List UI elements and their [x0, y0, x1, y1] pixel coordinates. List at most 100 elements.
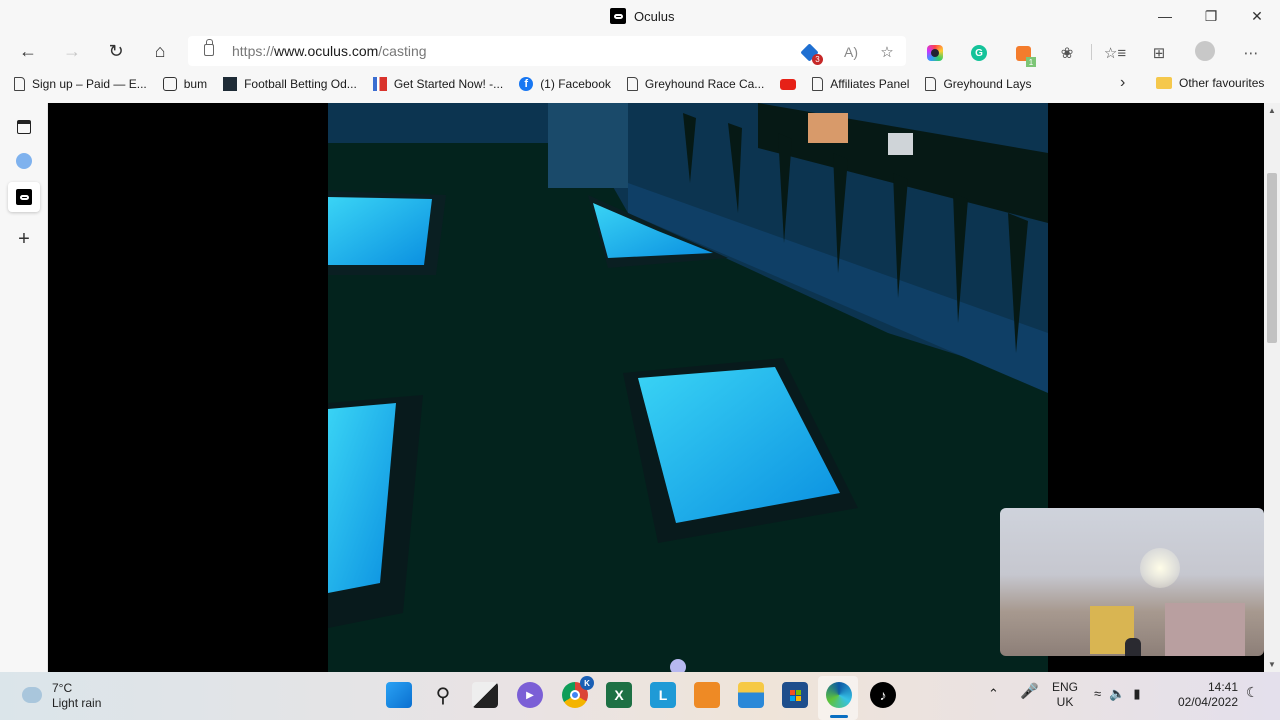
- close-button[interactable]: ✕: [1234, 0, 1280, 32]
- f-extension[interactable]: 1: [1012, 42, 1036, 67]
- microphone-button[interactable]: 🎤: [1020, 684, 1039, 699]
- bookmark-item[interactable]: Get Started Now! -...: [372, 77, 504, 91]
- forward-arrow-icon: →: [63, 40, 81, 61]
- colour-picker-extension[interactable]: [924, 42, 946, 64]
- home-button[interactable]: ⌂: [146, 38, 174, 64]
- windows-taskbar: 7°C Light rain ⚲ ▶ K X L ♪ ⌃ 🎤 ENG UK ≈ …: [0, 672, 1280, 720]
- forward-button[interactable]: →: [58, 38, 86, 64]
- page-icon: [626, 77, 638, 91]
- orange-app[interactable]: [694, 682, 720, 708]
- bookmark-item[interactable]: Football Betting Od...: [223, 77, 357, 91]
- restore-button[interactable]: ❐: [1188, 0, 1234, 32]
- more-bookmarks-chevron-icon[interactable]: ›: [1120, 74, 1125, 92]
- read-aloud-button[interactable]: A): [840, 41, 862, 63]
- tracker-extension-button[interactable]: 3: [798, 41, 823, 65]
- vr-cast-stream[interactable]: [328, 103, 1048, 672]
- folder-icon: [1156, 77, 1172, 89]
- clock[interactable]: 14:41 02/04/2022: [1174, 680, 1238, 710]
- bookmark-item[interactable]: f (1) Facebook: [519, 77, 611, 91]
- calendar-icon: [162, 77, 177, 91]
- f-extension-badge: 1: [1026, 57, 1036, 67]
- weather-temperature: 7°C: [52, 681, 73, 695]
- white-cube: [888, 133, 913, 155]
- puzzle-icon: ❀: [1060, 45, 1074, 62]
- star-add-icon: ☆: [880, 44, 894, 61]
- other-favourites-label: Other favourites: [1179, 76, 1265, 90]
- back-arrow-icon: ←: [19, 40, 37, 61]
- task-view-button[interactable]: [472, 682, 498, 708]
- language-indicator[interactable]: ENG UK: [1052, 680, 1078, 710]
- new-tab-button[interactable]: +: [8, 224, 40, 254]
- excel-app[interactable]: X: [606, 682, 632, 708]
- bookmark-item[interactable]: bum: [162, 77, 207, 91]
- edge-app[interactable]: [826, 682, 852, 708]
- pillar: [548, 103, 628, 188]
- chrome-app[interactable]: K: [562, 676, 594, 708]
- bookmark-item[interactable]: Sign up – Paid — E...: [14, 77, 147, 91]
- microsoft-store-app[interactable]: [782, 682, 808, 708]
- betting-icon: [223, 77, 238, 91]
- favourites-button[interactable]: ☆≡: [1104, 42, 1126, 64]
- l-app-icon: L: [658, 687, 668, 703]
- window-title: Oculus: [610, 8, 674, 24]
- collections-icon: ⊞: [1152, 45, 1166, 62]
- scroll-up-arrow-icon[interactable]: ▲: [1268, 106, 1276, 115]
- bookmark-item[interactable]: [780, 78, 797, 90]
- collections-button[interactable]: ⊞: [1148, 42, 1170, 64]
- grammarly-extension[interactable]: G: [968, 42, 990, 64]
- title-bar: Oculus — ❐ ✕: [0, 0, 1280, 34]
- search-button[interactable]: ⚲: [430, 682, 456, 708]
- start-button[interactable]: [386, 682, 412, 708]
- more-dots-icon: ⋯: [1243, 45, 1259, 62]
- weather-widget[interactable]: 7°C Light rain: [22, 681, 101, 711]
- plus-icon: +: [18, 227, 30, 250]
- bookmark-label: Affiliates Panel: [830, 77, 910, 91]
- show-hidden-icons-button[interactable]: ⌃: [988, 686, 999, 701]
- bookmark-item[interactable]: Greyhound Race Ca...: [626, 77, 764, 91]
- tab-oculus-active[interactable]: [8, 182, 40, 212]
- url-text[interactable]: https://www.oculus.com/casting: [232, 43, 427, 59]
- minimize-button[interactable]: —: [1142, 0, 1188, 32]
- excel-icon: X: [614, 687, 624, 703]
- curtains: [1165, 603, 1245, 656]
- back-button[interactable]: ←: [14, 38, 42, 64]
- focus-assist-button[interactable]: ☾: [1246, 685, 1259, 700]
- clock-time: 14:41: [1207, 680, 1238, 694]
- tab-actions-icon: [17, 120, 31, 134]
- bookmark-item[interactable]: Greyhound Lays: [925, 77, 1032, 91]
- address-bar[interactable]: https://www.oculus.com/casting 3 A) ☆: [188, 36, 906, 66]
- window-title-text: Oculus: [634, 8, 675, 24]
- page-scrollbar[interactable]: ▲ ▼: [1264, 103, 1280, 672]
- page-icon: [812, 77, 824, 91]
- vertical-tabs-sidebar: +: [0, 103, 48, 672]
- tab-actions-button[interactable]: [8, 112, 40, 142]
- file-explorer-app[interactable]: [738, 682, 764, 708]
- other-favourites-folder[interactable]: Other favourites: [1156, 76, 1264, 90]
- tab-facebook[interactable]: [8, 146, 40, 176]
- casting-viewport: [48, 103, 1264, 672]
- scroll-down-arrow-icon[interactable]: ▼: [1268, 660, 1276, 669]
- search-icon: ⚲: [435, 684, 451, 707]
- l-app[interactable]: L: [650, 682, 676, 708]
- scrollbar-thumb[interactable]: [1267, 173, 1277, 343]
- color-wheel-icon: [927, 45, 943, 61]
- settings-more-button[interactable]: ⋯: [1240, 42, 1262, 64]
- refresh-button[interactable]: ↻: [102, 38, 130, 64]
- toolbar-divider: [1091, 44, 1092, 60]
- extensions-button[interactable]: ❀: [1056, 42, 1078, 64]
- bookmark-label: Get Started Now! -...: [393, 77, 504, 91]
- oculus-logo-icon: [610, 8, 626, 24]
- tiktok-app[interactable]: ♪: [870, 682, 896, 708]
- facebook-icon: [16, 153, 32, 169]
- edge-active-indicator: [830, 715, 848, 718]
- teams-chat-button[interactable]: ▶: [517, 682, 543, 708]
- read-aloud-icon: A): [844, 44, 858, 60]
- person-head: [1125, 638, 1141, 656]
- bookmark-item[interactable]: Affiliates Panel: [812, 77, 909, 91]
- add-favourite-button[interactable]: ☆: [876, 41, 898, 63]
- quick-settings-button[interactable]: ≈ 🔈 ▮: [1094, 686, 1140, 701]
- page-icon: [14, 77, 25, 91]
- profile-button[interactable]: [1194, 40, 1216, 62]
- clock-date: 02/04/2022: [1177, 695, 1238, 709]
- webcam-overlay[interactable]: [1000, 508, 1264, 656]
